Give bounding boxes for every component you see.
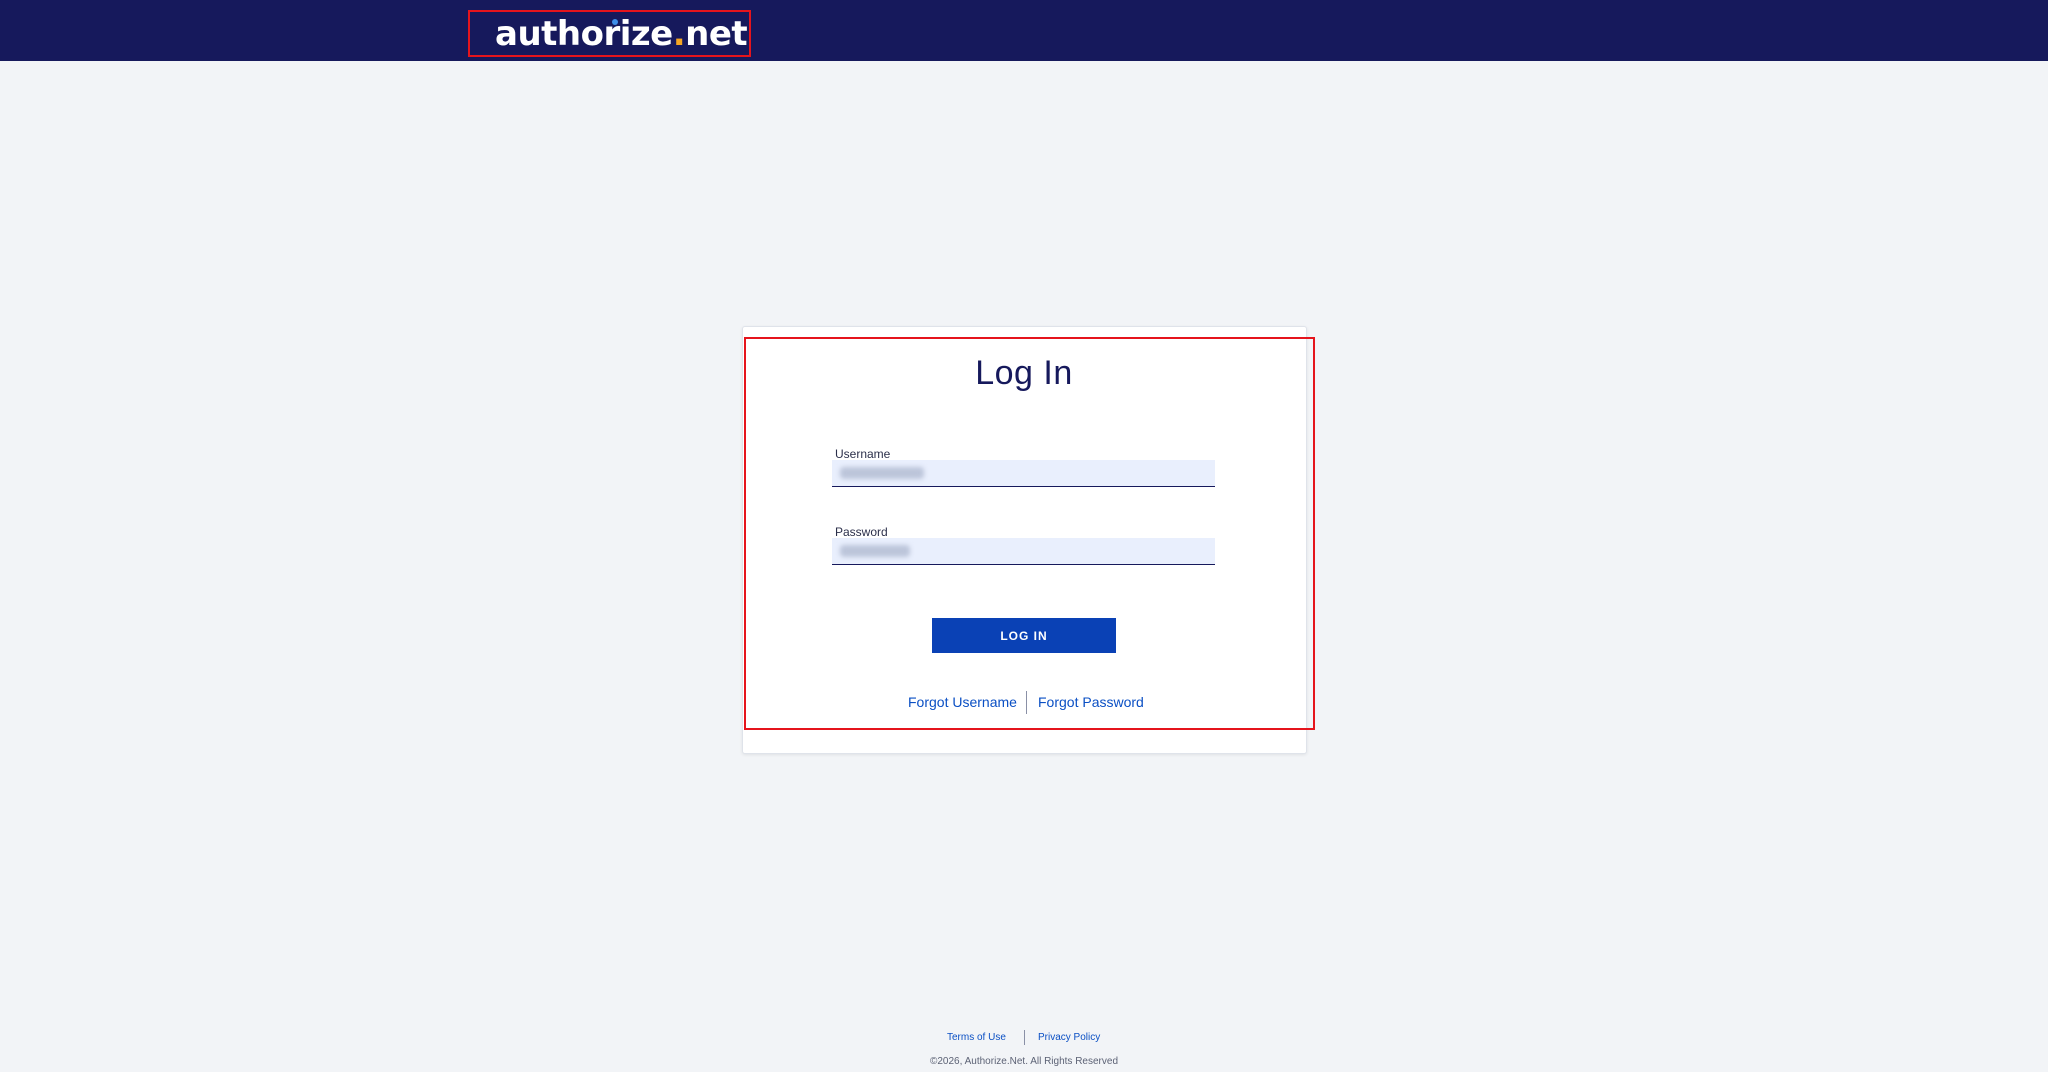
logo-dot: . — [672, 14, 686, 54]
logo-tld: net — [685, 14, 748, 54]
forgot-password-link[interactable]: Forgot Password — [1038, 694, 1144, 710]
copyright-text: ©2026, Authorize.Net. All Rights Reserve… — [929, 1056, 1119, 1067]
logo-text: authorize — [495, 14, 673, 54]
link-divider — [1026, 691, 1027, 714]
authorize-net-logo[interactable]: authorize.net — [495, 14, 748, 54]
forgot-username-link[interactable]: Forgot Username — [908, 694, 1017, 710]
top-navigation-bar: authorize.net — [0, 0, 2048, 61]
privacy-policy-link[interactable]: Privacy Policy — [1038, 1032, 1100, 1043]
footer-link-divider — [1024, 1030, 1025, 1045]
logo-highlight-box: authorize.net — [468, 10, 751, 57]
password-obscured-value — [840, 545, 910, 557]
password-field[interactable] — [832, 538, 1215, 565]
username-field[interactable] — [832, 460, 1215, 487]
terms-of-use-link[interactable]: Terms of Use — [947, 1032, 1006, 1043]
page-title: Log In — [975, 354, 1073, 392]
username-label: Username — [835, 447, 891, 461]
logo-i-dot-icon — [612, 19, 618, 25]
password-label: Password — [835, 525, 888, 539]
login-button[interactable]: LOG IN — [932, 618, 1116, 653]
username-obscured-value — [840, 467, 924, 479]
